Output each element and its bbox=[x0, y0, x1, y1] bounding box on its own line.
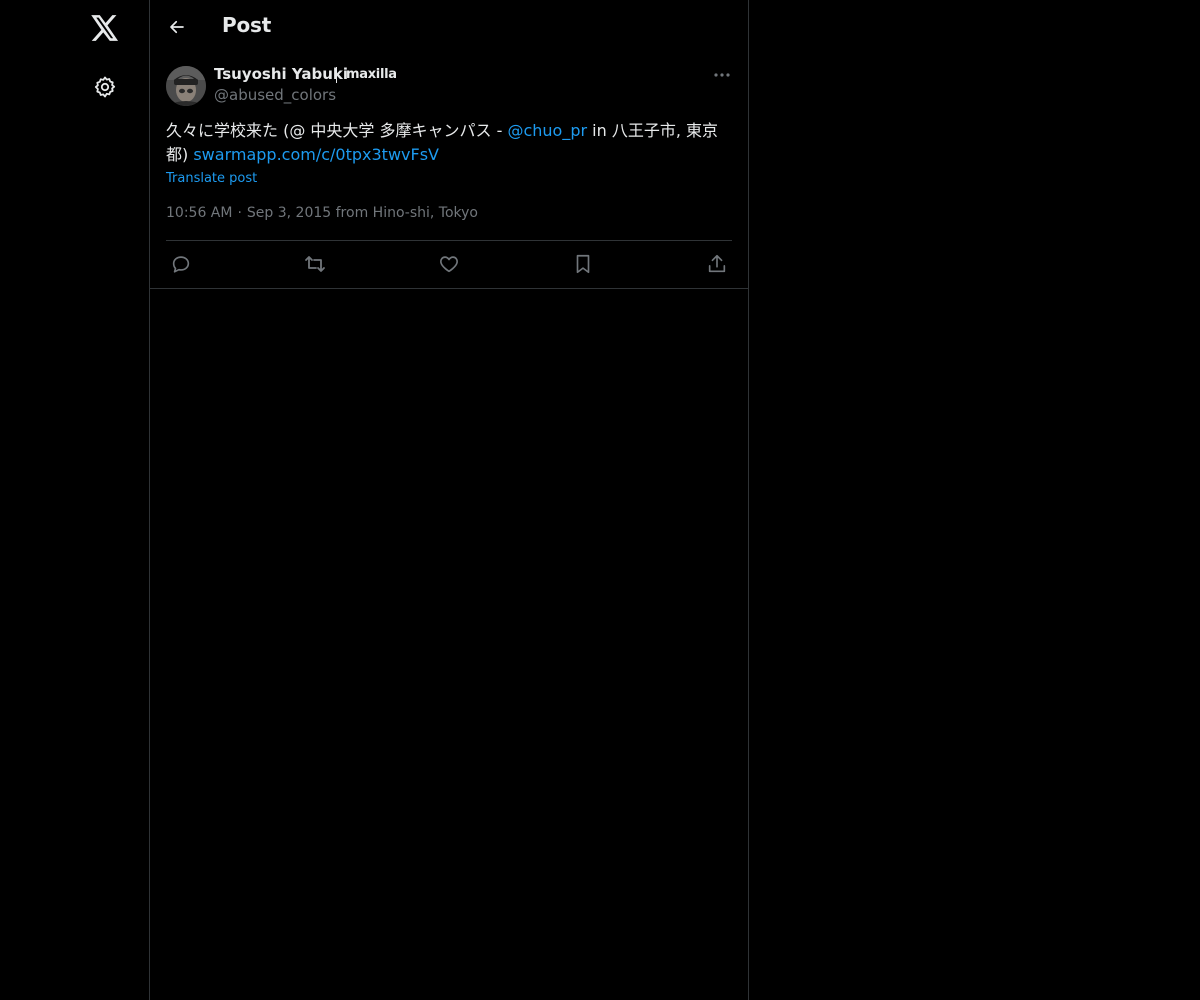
author-name[interactable]: Tsuyoshi Yabuki bbox=[214, 65, 348, 83]
app-root: Post Tsuyoshi Yabuki maxilla @abused_col… bbox=[0, 0, 1200, 1000]
post-header: Post bbox=[150, 0, 748, 53]
url-link[interactable]: swarmapp.com/c/0tpx3twvFsV bbox=[193, 145, 439, 164]
arrow-left-icon bbox=[170, 20, 184, 34]
reply-button[interactable] bbox=[168, 251, 194, 277]
page-title: Post bbox=[222, 13, 272, 37]
post-text: 久々に学校来た (@ 中央大学 多摩キャンパス - @chuo_pr in 八王… bbox=[166, 119, 726, 167]
left-nav bbox=[0, 0, 149, 1000]
post-text-part: 久々に学校来た (@ 中央大学 多摩キャンパス - bbox=[166, 121, 508, 140]
more-options-button[interactable] bbox=[710, 65, 734, 85]
repost-icon bbox=[305, 256, 325, 272]
like-icon bbox=[440, 256, 458, 273]
more-icon bbox=[714, 73, 730, 77]
post: Tsuyoshi Yabuki maxilla @abused_colors 久… bbox=[150, 53, 748, 289]
author-affiliation-badge[interactable]: maxilla bbox=[346, 67, 397, 82]
main-column: Post Tsuyoshi Yabuki maxilla @abused_col… bbox=[149, 0, 749, 1000]
author-handle[interactable]: @abused_colors bbox=[214, 86, 336, 104]
name-separator bbox=[336, 67, 337, 83]
bookmark-button[interactable] bbox=[570, 251, 596, 277]
meta-separator: · bbox=[237, 205, 242, 221]
reply-icon bbox=[172, 256, 190, 273]
x-logo-icon[interactable] bbox=[88, 11, 122, 45]
like-button[interactable] bbox=[436, 251, 462, 277]
action-bar bbox=[166, 251, 732, 277]
share-button[interactable] bbox=[704, 251, 730, 277]
post-time[interactable]: 10:56 AM bbox=[166, 205, 232, 221]
bookmark-icon bbox=[576, 254, 590, 274]
back-button[interactable] bbox=[162, 12, 192, 42]
repost-button[interactable] bbox=[302, 251, 328, 277]
gear-icon[interactable] bbox=[90, 72, 120, 102]
divider bbox=[166, 240, 732, 241]
post-metadata: 10:56 AM · Sep 3, 2015 from Hino-shi, Toky… bbox=[166, 205, 478, 221]
mention-link[interactable]: @chuo_pr bbox=[507, 121, 587, 140]
post-date-location[interactable]: Sep 3, 2015 from Hino-shi, Tokyo bbox=[247, 205, 478, 221]
translate-post-link[interactable]: Translate post bbox=[166, 171, 257, 186]
avatar[interactable] bbox=[166, 66, 206, 106]
share-icon bbox=[708, 254, 726, 273]
